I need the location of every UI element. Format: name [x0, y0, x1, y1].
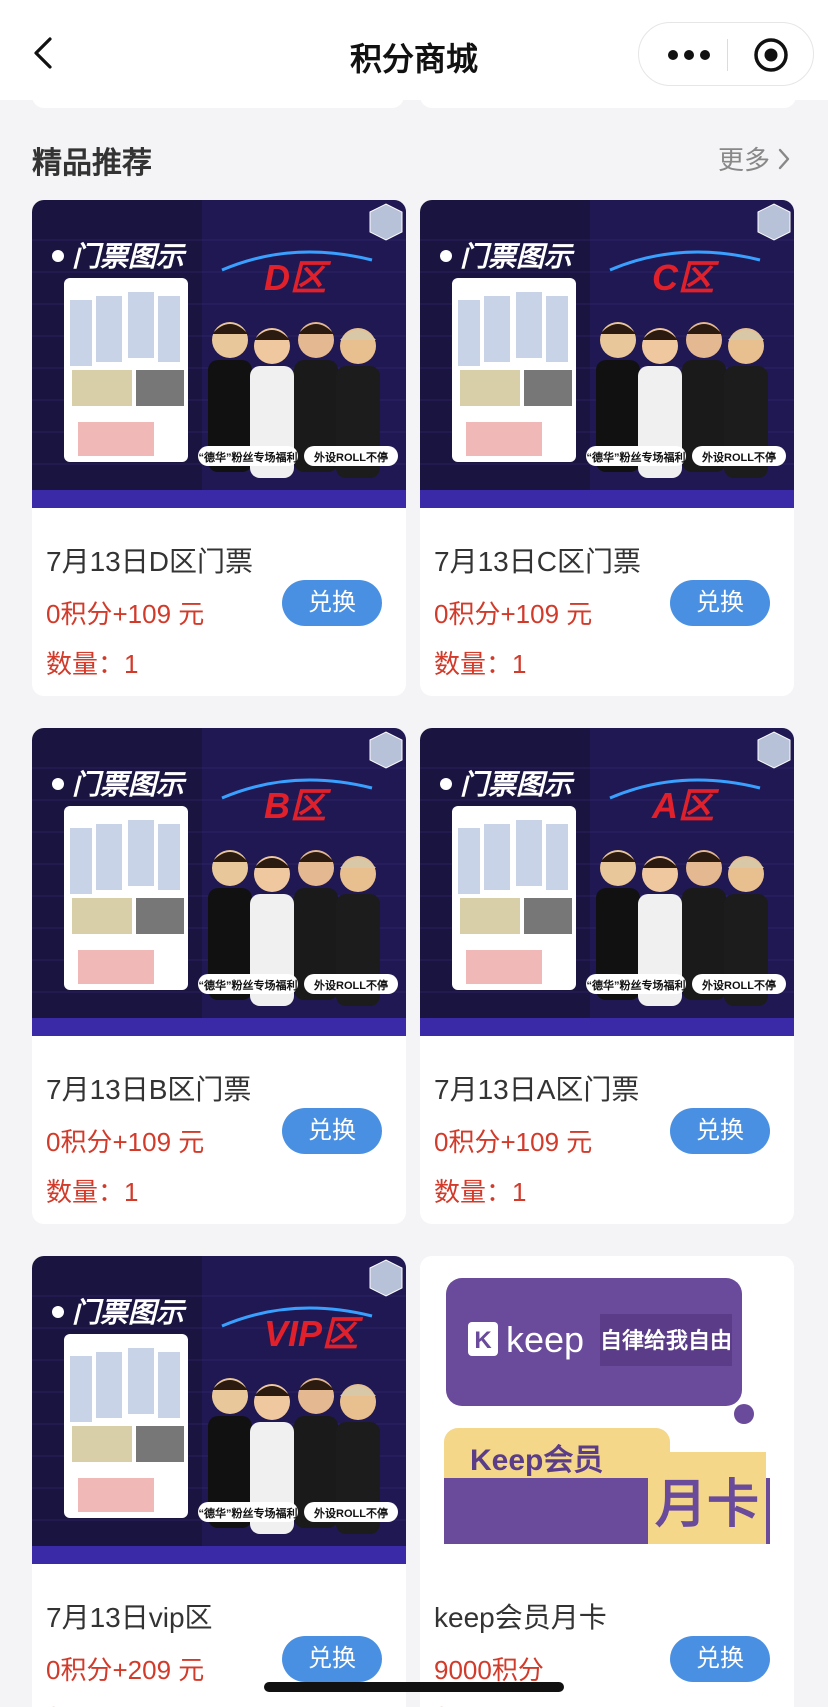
poster-footer-left: “德华”粉丝专场福利	[199, 978, 298, 992]
more-link[interactable]: 更多	[718, 140, 792, 177]
redeem-button[interactable]: 兑换	[670, 1636, 770, 1682]
product-quantity: 数量：1	[46, 1700, 138, 1707]
product-name: keep会员月卡	[434, 1602, 607, 1633]
poster-header: 门票图示	[460, 769, 575, 800]
poster-zone-label: A区	[651, 785, 720, 826]
poster-footer-right: 外设ROLL不停	[313, 450, 388, 464]
product-price: 0积分+209 元	[46, 1655, 205, 1685]
product-name: 7月13日D区门票	[46, 546, 253, 577]
redeem-button[interactable]: 兑换	[282, 1636, 382, 1682]
poster-footer-left: “德华”粉丝专场福利	[587, 450, 686, 464]
previous-card-edge	[32, 96, 404, 108]
redeem-button[interactable]: 兑换	[282, 1108, 382, 1154]
product-image: 门票图示 A区 “德华”粉丝专场福利 外设ROLL不停	[420, 728, 794, 1036]
product-quantity: 数量：1	[434, 1177, 527, 1207]
more-label: 更多	[717, 145, 770, 175]
poster-zone-label: B区	[264, 785, 332, 826]
keep-brand: keep	[506, 1319, 584, 1360]
poster-footer-left: “德华”粉丝专场福利	[199, 450, 298, 464]
keep-member-label: Keep会员	[470, 1444, 603, 1477]
mini-program-capsule	[638, 22, 814, 86]
poster-zone-label: D区	[264, 257, 332, 298]
capsule-divider	[727, 39, 728, 71]
product-price: 0积分+109 元	[46, 1127, 205, 1157]
poster-footer-right: 外设ROLL不停	[701, 978, 776, 992]
product-image: 门票图示 VIP区 “德华”粉丝专场福利 外设ROLL不停	[32, 1256, 406, 1564]
product-quantity: 数量：1	[434, 649, 527, 679]
chevron-right-icon	[778, 148, 790, 169]
product-card[interactable]: Kkeep自律给我自由Keep会员月卡keep会员月卡9000积分数量：20兑换	[420, 1256, 794, 1707]
section-title: 精品推荐	[32, 147, 152, 180]
poster-footer-right: 外设ROLL不停	[701, 450, 776, 464]
poster-header: 门票图示	[460, 241, 575, 272]
poster-header: 门票图示	[72, 241, 187, 272]
product-price: 0积分+109 元	[434, 1127, 593, 1157]
close-target-icon[interactable]	[751, 35, 791, 75]
redeem-button[interactable]: 兑换	[670, 580, 770, 626]
previous-card-edge	[420, 96, 796, 108]
svg-text:K: K	[474, 1327, 492, 1354]
poster-header: 门票图示	[72, 1297, 187, 1328]
nav-bar: 积分商城	[0, 0, 828, 100]
product-name: 7月13日vip区	[46, 1602, 213, 1633]
product-card[interactable]: 门票图示 B区 “德华”粉丝专场福利 外设ROLL不停 7月13日B区门票 0积分+109…	[32, 728, 406, 1224]
product-card[interactable]: 门票图示 A区 “德华”粉丝专场福利 外设ROLL不停 7月13日A区门票 0积分+109…	[420, 728, 794, 1224]
home-indicator	[264, 1682, 564, 1692]
poster-zone-label: VIP区	[264, 1313, 364, 1354]
redeem-button[interactable]: 兑换	[282, 580, 382, 626]
poster-footer-right: 外设ROLL不停	[313, 978, 388, 992]
product-quantity: 数量：1	[46, 1177, 139, 1207]
product-card[interactable]: 门票图示 D区 “德华”粉丝专场福利 外设ROLL不停 7月13日D区门票 0积分+109…	[32, 200, 406, 696]
keep-slogan: 自律给我自由	[600, 1328, 732, 1353]
product-name: 7月13日B区门票	[46, 1074, 252, 1105]
product-card[interactable]: 门票图示 VIP区 “德华”粉丝专场福利 外设ROLL不停 7月13日vip区 0积分+2…	[32, 1256, 406, 1707]
product-name: 7月13日A区门票	[434, 1074, 640, 1105]
poster-footer-right: 外设ROLL不停	[313, 1506, 388, 1520]
keep-card-label: 月卡	[655, 1476, 759, 1534]
poster-footer-left: “德华”粉丝专场福利	[199, 1506, 298, 1520]
product-price: 0积分+109 元	[46, 599, 205, 629]
product-card[interactable]: 门票图示 C区 “德华”粉丝专场福利 外设ROLL不停 7月13日C区门票 0积分+109…	[420, 200, 794, 696]
poster-header: 门票图示	[72, 769, 187, 800]
product-name: 7月13日C区门票	[434, 546, 641, 577]
poster-zone-label: C区	[652, 257, 720, 298]
product-quantity: 数量：1	[46, 649, 139, 679]
product-image: 门票图示 B区 “德华”粉丝专场福利 外设ROLL不停	[32, 728, 406, 1036]
more-dots-icon[interactable]	[659, 41, 719, 69]
poster-footer-left: “德华”粉丝专场福利	[587, 978, 686, 992]
product-image: Kkeep 自律给我自由 Keep会员月卡	[420, 1256, 794, 1564]
product-price: 0积分+109 元	[434, 599, 593, 629]
product-image: 门票图示 C区 “德华”粉丝专场福利 外设ROLL不停	[420, 200, 794, 508]
product-quantity: 数量：20	[434, 1700, 541, 1707]
redeem-button[interactable]: 兑换	[670, 1108, 770, 1154]
product-image: 门票图示 D区 “德华”粉丝专场福利 外设ROLL不停	[32, 200, 406, 508]
